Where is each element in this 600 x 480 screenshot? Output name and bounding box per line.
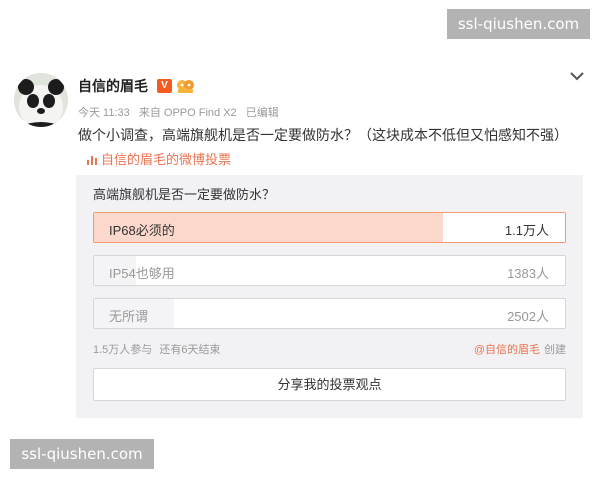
- verified-icon: V: [157, 79, 172, 93]
- poll-option-count: 1383人: [507, 266, 549, 281]
- creator-suffix: 创建: [544, 344, 566, 356]
- share-vote-button[interactable]: 分享我的投票观点: [93, 368, 566, 401]
- poll-option-count: 2502人: [507, 309, 549, 324]
- poll-option[interactable]: 无所谓 2502人: [93, 298, 566, 329]
- avatar[interactable]: [14, 73, 68, 127]
- poll-option[interactable]: IP54也够用 1383人: [93, 255, 566, 286]
- poll-creator: @自信的眉毛 创建: [474, 341, 566, 357]
- post-text: 做个小调查，高端旗舰机是否一定要做防水？（这块成本不低但又怕感知不强）: [78, 127, 568, 143]
- poll-remaining: 还有6天结束: [159, 344, 221, 356]
- poll-stats: 1.5万人参与 还有6天结束: [93, 341, 224, 357]
- poll-option-count: 1.1万人: [504, 223, 549, 238]
- vote-link[interactable]: 自信的眉毛的微博投票: [86, 149, 231, 168]
- poll-participants: 1.5万人参与: [93, 344, 153, 356]
- post-time[interactable]: 今天 11:33: [78, 107, 130, 119]
- poll-icon: [87, 156, 97, 165]
- watermark-bottom: ssl-qiushen.com: [10, 439, 154, 469]
- poll-option-label: IP68必须的: [109, 223, 175, 238]
- poll-question: 高端旗舰机是否一定要做防水？: [93, 187, 276, 202]
- poll-card: 高端旗舰机是否一定要做防水？ IP68必须的 1.1万人 IP54也够用 138…: [76, 175, 583, 418]
- chevron-down-icon[interactable]: [569, 70, 585, 82]
- edited-label[interactable]: 已编辑: [246, 107, 279, 119]
- poll-option-label: IP54也够用: [109, 266, 175, 281]
- username[interactable]: 自信的眉毛: [78, 76, 148, 96]
- poll-option-label: 无所谓: [109, 309, 149, 324]
- panda-avatar-icon: [14, 73, 68, 127]
- post-source: 来自 OPPO Find X2: [138, 107, 237, 119]
- watermark-top: ssl-qiushen.com: [447, 9, 590, 39]
- poll-option[interactable]: IP68必须的 1.1万人: [93, 212, 566, 243]
- fans-group-icon[interactable]: [176, 78, 195, 94]
- post-meta: 今天 11:33 来自 OPPO Find X2 已编辑: [78, 104, 285, 120]
- creator-link[interactable]: @自信的眉毛: [474, 344, 540, 356]
- vote-link-label: 自信的眉毛的微博投票: [101, 152, 232, 167]
